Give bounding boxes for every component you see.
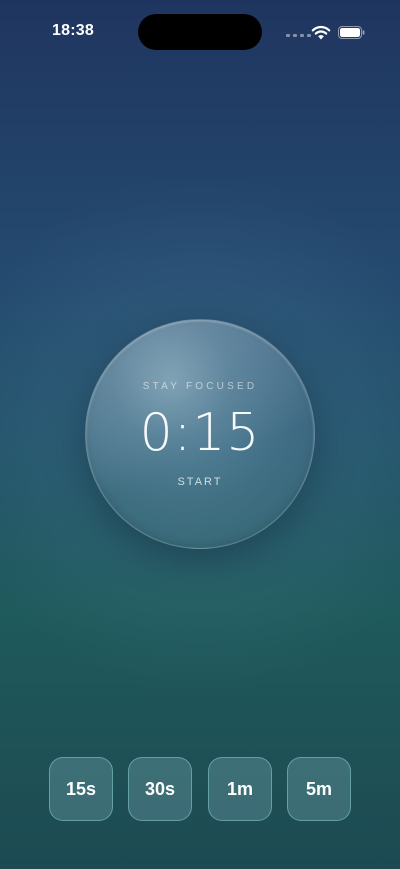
preset-5m-button[interactable]: 5m bbox=[287, 757, 351, 821]
preset-30s-button[interactable]: 30s bbox=[128, 757, 192, 821]
start-label: START bbox=[177, 476, 223, 488]
timer-subtitle: STAY FOCUSED bbox=[142, 381, 258, 392]
battery-icon bbox=[338, 26, 365, 39]
preset-1m-button[interactable]: 1m bbox=[208, 757, 272, 821]
wifi-icon bbox=[311, 25, 331, 40]
timer-start-button[interactable]: STAY FOCUSED 0:15 START bbox=[85, 319, 315, 549]
preset-15s-button[interactable]: 15s bbox=[49, 757, 113, 821]
cellular-signal-icon bbox=[286, 34, 311, 37]
timer-display: 0:15 bbox=[139, 403, 261, 463]
dynamic-island bbox=[138, 14, 262, 50]
preset-buttons: 15s 30s 1m 5m bbox=[49, 757, 351, 821]
status-time: 18:38 bbox=[52, 22, 94, 39]
